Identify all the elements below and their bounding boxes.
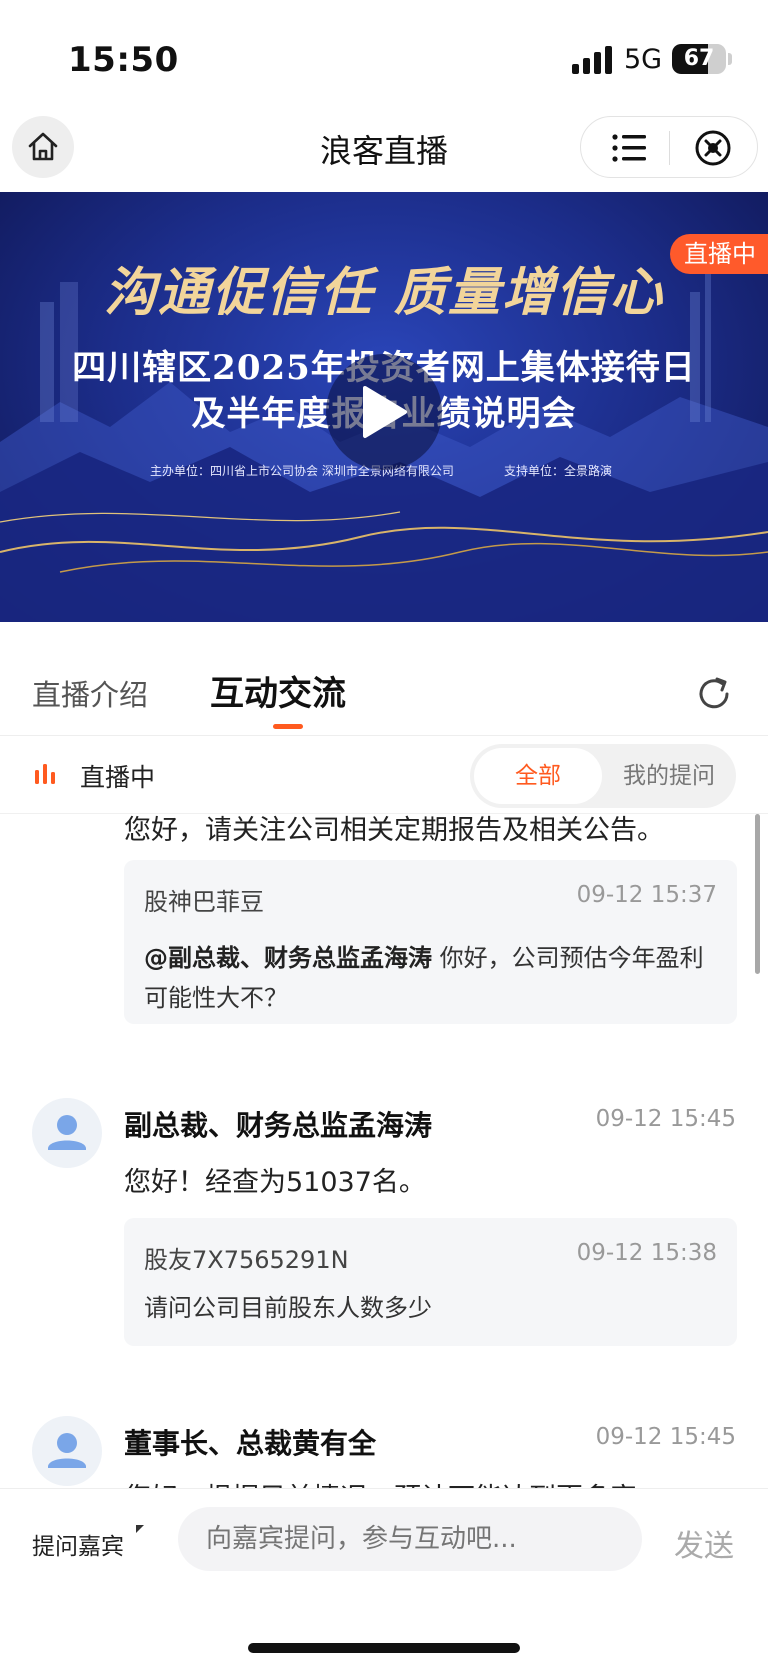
question-text: @副总裁、财务总监孟海涛 你好，公司预估今年盈利可能性大不？ <box>144 938 714 1018</box>
live-bars-icon <box>35 764 55 784</box>
user-avatar-icon <box>48 1433 86 1468</box>
live-status-label: 直播中 <box>80 763 156 792</box>
send-button[interactable]: 发送 <box>674 1521 734 1565</box>
answerer-name: 副总裁、财务总监孟海涛 <box>124 1109 433 1142</box>
filter-segment: 全部 我的提问 <box>470 744 736 808</box>
question-text: 请问公司目前股东人数多少 <box>144 1294 432 1322</box>
live-video-banner[interactable]: 直播中 沟通促信任 质量增信心 四川辖区2025年投资者网上集体接待日 及半年度… <box>0 192 768 622</box>
caret-icon <box>136 1525 144 1533</box>
refresh-icon[interactable] <box>694 674 734 714</box>
answer-text: 您好，请关注公司相关定期报告及相关公告。 <box>124 815 664 846</box>
filter-my-questions-button[interactable]: 我的提问 <box>606 748 732 804</box>
nav-bar: 浪客直播 <box>0 112 768 192</box>
question-time: 09-12 15:38 <box>576 1240 717 1266</box>
home-indicator <box>248 1643 520 1653</box>
tab-bar: 直播介绍 互动交流 <box>0 622 768 736</box>
status-time: 15:50 <box>68 40 179 80</box>
play-button[interactable] <box>326 354 442 470</box>
answerer-name: 董事长、总裁黄有全 <box>124 1427 377 1460</box>
battery-cap <box>728 53 732 65</box>
avatar <box>32 1098 102 1168</box>
tab-interaction[interactable]: 互动交流 <box>210 666 346 715</box>
answer-text: 您好！经查为51037名。 <box>124 1167 426 1198</box>
network-type: 5G <box>624 44 663 75</box>
answer-time: 09-12 15:45 <box>595 1106 736 1132</box>
active-tab-indicator <box>273 724 303 729</box>
question-input[interactable] <box>178 1507 642 1571</box>
banner-support: 支持单位：全景路演 <box>504 464 613 478</box>
filter-all-button[interactable]: 全部 <box>474 748 602 804</box>
avatar <box>32 1416 102 1486</box>
banner-title: 沟通促信任 质量增信心 <box>103 262 665 323</box>
mini-program-capsule <box>580 116 758 178</box>
question-card: 股友7X7565291N 09-12 15:38 请问公司目前股东人数多少 <box>124 1218 737 1346</box>
question-user: 股神巴菲豆 <box>144 888 264 916</box>
bottom-input-bar: 提问嘉宾 发送 <box>0 1488 768 1663</box>
status-bar: 15:50 5G 67 <box>0 0 768 110</box>
question-user: 股友7X7565291N <box>144 1246 349 1274</box>
battery-icon: 67 <box>672 44 726 74</box>
tab-intro[interactable]: 直播介绍 <box>32 672 148 714</box>
question-card: 股神巴菲豆 09-12 15:37 @副总裁、财务总监孟海涛 你好，公司预估今年… <box>124 860 737 1024</box>
ask-guest-selector[interactable]: 提问嘉宾 <box>32 1527 124 1561</box>
question-time: 09-12 15:37 <box>576 882 717 908</box>
filter-row: 直播中 全部 我的提问 <box>0 736 768 814</box>
qa-feed[interactable]: 您好，请关注公司相关定期报告及相关公告。 股神巴菲豆 09-12 15:37 @… <box>0 814 768 1488</box>
battery-percent: 67 <box>683 46 715 71</box>
close-icon[interactable] <box>693 128 733 168</box>
menu-icon[interactable] <box>611 131 647 165</box>
play-icon <box>363 386 407 438</box>
scrollbar[interactable] <box>755 814 760 974</box>
capsule-divider <box>669 131 670 165</box>
answer-time: 09-12 15:45 <box>595 1424 736 1450</box>
signal-icon <box>572 46 612 74</box>
answer-text: 您好，根据目前情况，预计可能达到更多家 <box>124 1476 637 1488</box>
question-mention[interactable]: @副总裁、财务总监孟海涛 <box>144 944 432 972</box>
user-avatar-icon <box>48 1115 86 1150</box>
